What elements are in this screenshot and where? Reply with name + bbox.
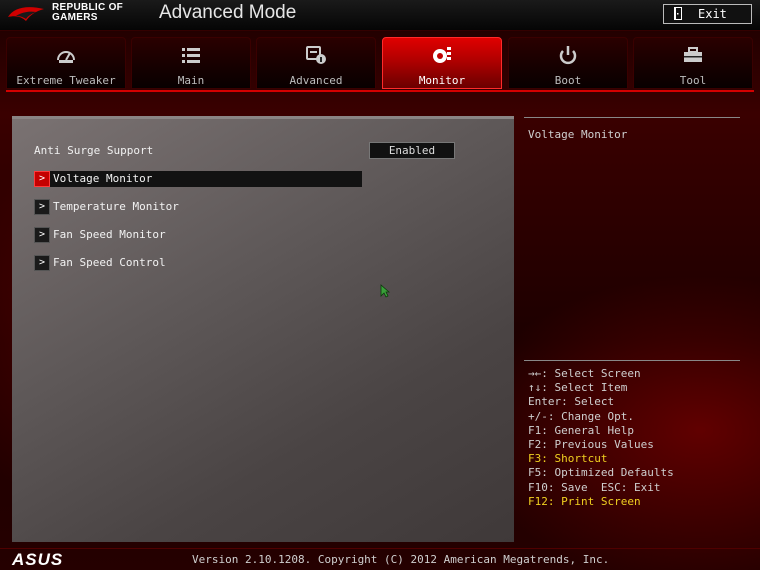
submenu-label: Voltage Monitor <box>53 172 153 185</box>
toolbox-icon <box>684 47 702 62</box>
help-divider-top <box>524 117 740 118</box>
tab-label: Monitor <box>418 74 466 87</box>
submenu-label: Temperature Monitor <box>53 200 179 213</box>
submenu-fan-speed-control[interactable]: > Fan Speed Control <box>34 255 362 271</box>
anti-surge-value[interactable]: Enabled <box>369 142 455 159</box>
help-divider-bottom <box>524 360 740 361</box>
asus-logo: ASUS <box>12 550 64 569</box>
tab-underline <box>6 90 754 92</box>
footer-divider <box>0 548 760 549</box>
tab-boot[interactable]: Boot <box>508 37 628 89</box>
brand-text: REPUBLIC OF GAMERS <box>52 3 123 23</box>
tab-label: Boot <box>554 74 582 87</box>
tab-label: Tool <box>679 74 707 87</box>
submenu-label: Fan Speed Control <box>53 256 166 269</box>
rog-eye-logo-icon <box>8 7 44 21</box>
submenu-arrow-icon: > <box>34 255 50 271</box>
key-hint: F1: General Help <box>528 423 634 437</box>
exit-button[interactable]: Exit <box>663 4 752 24</box>
tab-label: Extreme Tweaker <box>16 74 116 87</box>
key-hint-print-screen: F12: Print Screen <box>528 494 641 508</box>
submenu-fan-speed-monitor[interactable]: > Fan Speed Monitor <box>34 227 362 243</box>
tab-extreme-tweaker[interactable]: Extreme Tweaker <box>6 37 126 89</box>
power-icon <box>559 46 577 65</box>
page-title: Advanced Mode <box>159 2 297 23</box>
list-icon <box>182 48 200 63</box>
submenu-label: Fan Speed Monitor <box>53 228 166 241</box>
advanced-settings-icon <box>306 46 326 64</box>
tab-main[interactable]: Main <box>131 37 251 89</box>
tab-tool[interactable]: Tool <box>633 37 753 89</box>
key-hint: +/-: Change Opt. <box>528 409 634 423</box>
submenu-arrow-icon: > <box>34 171 50 187</box>
monitor-gauge-icon <box>433 47 451 63</box>
key-hint-shortcut: F3: Shortcut <box>528 452 608 466</box>
key-legend: →←: Select Screen ↑↓: Select Item Enter:… <box>528 367 674 509</box>
top-bar: REPUBLIC OF GAMERS Advanced Mode Exit <box>0 0 760 31</box>
exit-label: Exit <box>698 7 727 21</box>
key-hint: F5: Optimized Defaults <box>528 466 674 480</box>
submenu-arrow-icon: > <box>34 227 50 243</box>
speedometer-icon <box>57 51 75 63</box>
help-description: Voltage Monitor <box>528 128 628 141</box>
exit-door-icon <box>674 7 682 20</box>
main-panel: Anti Surge Support Enabled > Voltage Mon… <box>12 116 514 542</box>
version-text: Version 2.10.1208. Copyright (C) 2012 Am… <box>192 553 610 566</box>
anti-surge-label: Anti Surge Support <box>34 144 154 157</box>
mouse-cursor-icon <box>380 284 390 298</box>
key-hint: →←: Select Screen <box>528 367 641 380</box>
tab-label: Advanced <box>289 74 343 87</box>
key-hint: F10: Save ESC: Exit <box>528 480 661 494</box>
tab-label: Main <box>177 74 205 87</box>
submenu-temperature-monitor[interactable]: > Temperature Monitor <box>34 199 362 215</box>
tab-advanced[interactable]: Advanced <box>256 37 376 89</box>
submenu-voltage-monitor[interactable]: > Voltage Monitor <box>34 171 362 187</box>
tab-monitor[interactable]: Monitor <box>382 37 502 89</box>
key-hint: ↑↓: Select Item <box>528 381 628 395</box>
key-hint: Enter: Select <box>528 395 615 409</box>
key-hint: F2: Previous Values <box>528 437 654 451</box>
main-tabs: Extreme Tweaker Main Advanced Monitor Bo… <box>6 37 754 91</box>
brand-line-2: GAMERS <box>52 12 98 23</box>
submenu-arrow-icon: > <box>34 199 50 215</box>
